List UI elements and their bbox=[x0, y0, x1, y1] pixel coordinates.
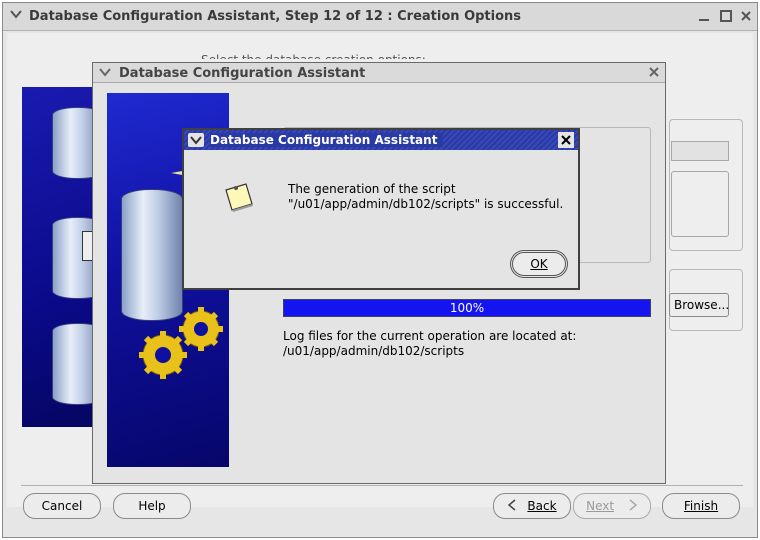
close-icon[interactable] bbox=[558, 132, 574, 148]
next-button[interactable]: Next bbox=[573, 493, 651, 519]
progress-dialog-title: Database Configuration Assistant bbox=[119, 66, 366, 81]
progress-label: 100% bbox=[449, 301, 485, 315]
close-icon[interactable] bbox=[647, 65, 661, 82]
browse-button[interactable]: Browse... bbox=[669, 293, 729, 317]
finish-label: Finish bbox=[683, 499, 719, 513]
chevron-left-icon bbox=[507, 495, 517, 519]
progress-titlebar[interactable]: Database Configuration Assistant bbox=[93, 63, 665, 83]
cancel-button[interactable]: Cancel bbox=[23, 493, 101, 519]
message-dialog: Database Configuration Assistant The gen… bbox=[182, 128, 580, 290]
chevron-down-icon[interactable] bbox=[9, 7, 23, 25]
next-label: Next bbox=[586, 499, 615, 513]
main-titlebar[interactable]: Database Configuration Assistant, Step 1… bbox=[3, 3, 757, 31]
log-location-label: Log files for the current operation are … bbox=[283, 329, 577, 343]
progress-bar: 100% bbox=[283, 299, 651, 317]
back-label: Back bbox=[527, 499, 557, 513]
ok-label: OK bbox=[530, 257, 548, 271]
option-panel bbox=[671, 171, 729, 237]
message-titlebar[interactable]: Database Configuration Assistant bbox=[184, 130, 578, 150]
log-location-path: /u01/app/admin/db102/scripts bbox=[283, 344, 465, 358]
window-title: Database Configuration Assistant, Step 1… bbox=[29, 9, 522, 24]
ok-button[interactable]: OK bbox=[512, 252, 566, 276]
minimize-icon[interactable] bbox=[697, 9, 711, 27]
separator bbox=[21, 485, 743, 486]
close-icon[interactable] bbox=[739, 9, 753, 27]
message-text-line2: "/u01/app/admin/db102/scripts" is succes… bbox=[288, 197, 564, 211]
maximize-icon[interactable] bbox=[719, 9, 733, 27]
note-icon bbox=[222, 180, 256, 214]
message-dialog-title: Database Configuration Assistant bbox=[210, 133, 444, 147]
chevron-down-icon[interactable] bbox=[188, 133, 204, 147]
option-field[interactable] bbox=[671, 141, 729, 161]
message-text-line1: The generation of the script bbox=[288, 182, 456, 196]
finish-button[interactable]: Finish bbox=[662, 493, 740, 519]
back-button[interactable]: Back bbox=[493, 493, 571, 519]
chevron-right-icon bbox=[628, 495, 638, 519]
select-prompt-label: Select the database creation options: bbox=[201, 53, 426, 59]
help-button[interactable]: Help bbox=[113, 493, 191, 519]
chevron-down-icon[interactable] bbox=[98, 65, 112, 82]
